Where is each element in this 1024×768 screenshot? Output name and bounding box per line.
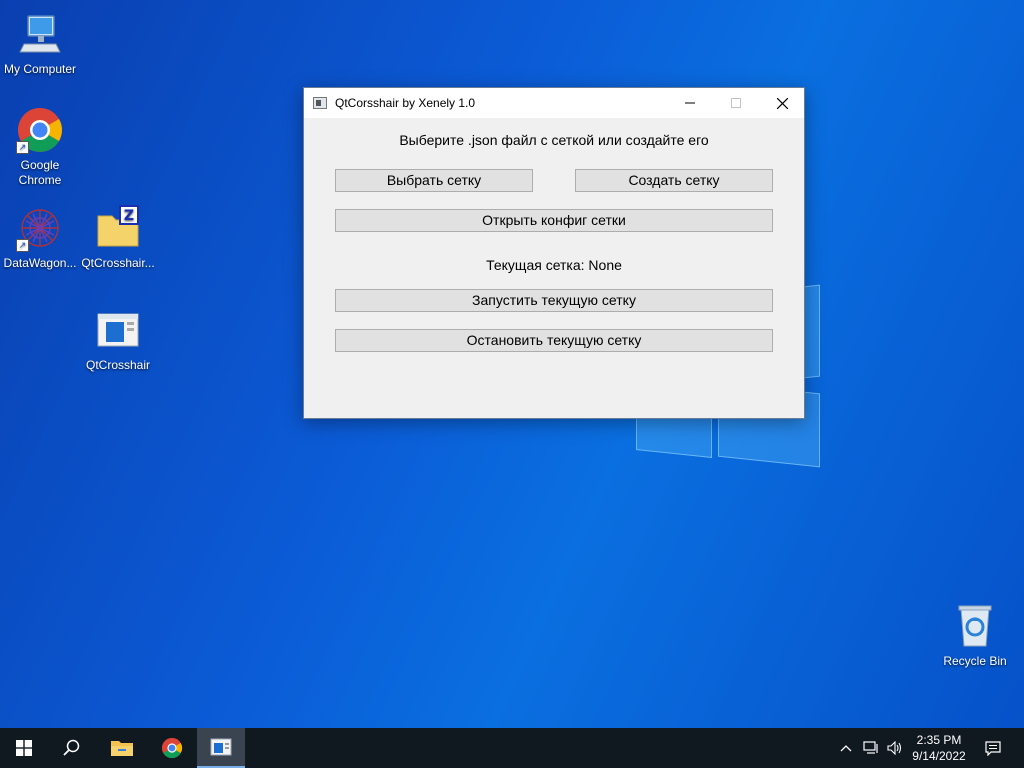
desktop-icon-datawagon[interactable]: ↗ DataWagon... xyxy=(0,204,80,271)
open-grid-config-button[interactable]: Открыть конфиг сетки xyxy=(335,209,773,232)
application-icon xyxy=(94,306,142,354)
start-grid-button[interactable]: Запустить текущую сетку xyxy=(335,289,773,312)
chrome-icon xyxy=(161,737,183,759)
window-title: QtCorsshair by Xenely 1.0 xyxy=(335,96,476,110)
minimize-button[interactable] xyxy=(667,88,713,118)
recycle-bin-icon xyxy=(951,602,999,650)
search-icon xyxy=(63,739,80,756)
window-client-area: Выберите .json файл с сеткой или создайт… xyxy=(304,118,804,418)
tray-network[interactable] xyxy=(860,728,882,768)
shortcut-arrow-icon: ↗ xyxy=(16,141,29,154)
choose-grid-button[interactable]: Выбрать сетку xyxy=(335,169,533,192)
datawagon-icon: ↗ xyxy=(16,204,64,252)
clock-date: 9/14/2022 xyxy=(912,749,966,763)
desktop-icon-label: My Computer xyxy=(3,62,77,76)
tray-overflow-button[interactable] xyxy=(836,728,856,768)
shortcut-arrow-icon: ↗ xyxy=(16,239,29,252)
taskbar-clock[interactable]: 2:35 PM 9/14/2022 xyxy=(904,732,974,764)
maximize-button xyxy=(713,88,759,118)
computer-icon xyxy=(16,10,64,58)
desktop-icon-qtcrosshair[interactable]: QtCrosshair xyxy=(78,306,158,373)
desktop-icon-recycle-bin[interactable]: Recycle Bin xyxy=(935,602,1015,669)
desktop-icon-label: Recycle Bin xyxy=(943,654,1007,668)
current-grid-label: Текущая сетка: None xyxy=(486,257,622,273)
desktop-icon-qtcrosshair-zip[interactable]: Z QtCrosshair... xyxy=(78,204,158,271)
network-icon xyxy=(863,741,878,754)
application-icon xyxy=(210,738,232,756)
taskbar-file-explorer[interactable] xyxy=(98,728,146,768)
chrome-icon: ↗ xyxy=(16,106,64,154)
speaker-icon xyxy=(887,741,902,755)
create-grid-button[interactable]: Создать сетку xyxy=(575,169,773,192)
desktop-icon-label: DataWagon... xyxy=(3,256,77,270)
minimize-icon xyxy=(685,102,695,104)
zip-folder-icon: Z xyxy=(94,204,142,252)
window-titlebar[interactable]: QtCorsshair by Xenely 1.0 xyxy=(304,88,804,118)
chevron-up-icon xyxy=(840,745,852,752)
search-button[interactable] xyxy=(48,728,96,768)
desktop-icon-my-computer[interactable]: My Computer xyxy=(0,10,80,77)
close-button[interactable] xyxy=(759,88,805,118)
taskbar: 2:35 PM 9/14/2022 xyxy=(0,728,1024,768)
taskbar-chrome[interactable] xyxy=(148,728,196,768)
clock-time: 2:35 PM xyxy=(916,733,962,747)
action-center-button[interactable] xyxy=(978,728,1008,768)
stop-grid-button[interactable]: Остановить текущую сетку xyxy=(335,329,773,352)
desktop-icon-google-chrome[interactable]: ↗ Google Chrome xyxy=(0,106,80,188)
prompt-label: Выберите .json файл с сеткой или создайт… xyxy=(399,132,709,148)
desktop-icon-label: Google Chrome xyxy=(18,158,62,187)
close-icon xyxy=(776,97,788,109)
desktop-icon-label: QtCrosshair... xyxy=(81,256,155,270)
folder-icon xyxy=(111,741,133,756)
window-app-icon xyxy=(313,97,327,109)
qtcrosshair-window: QtCorsshair by Xenely 1.0 Выберите .json… xyxy=(303,87,805,419)
start-button[interactable] xyxy=(0,728,48,768)
maximize-icon xyxy=(731,98,741,108)
windows-logo-icon xyxy=(16,740,32,756)
tray-volume[interactable] xyxy=(884,728,906,768)
svg-text:Z: Z xyxy=(124,208,134,224)
desktop-icon-label: QtCrosshair xyxy=(85,358,150,372)
notification-icon xyxy=(985,740,1001,756)
taskbar-qtcrosshair[interactable] xyxy=(197,728,245,768)
